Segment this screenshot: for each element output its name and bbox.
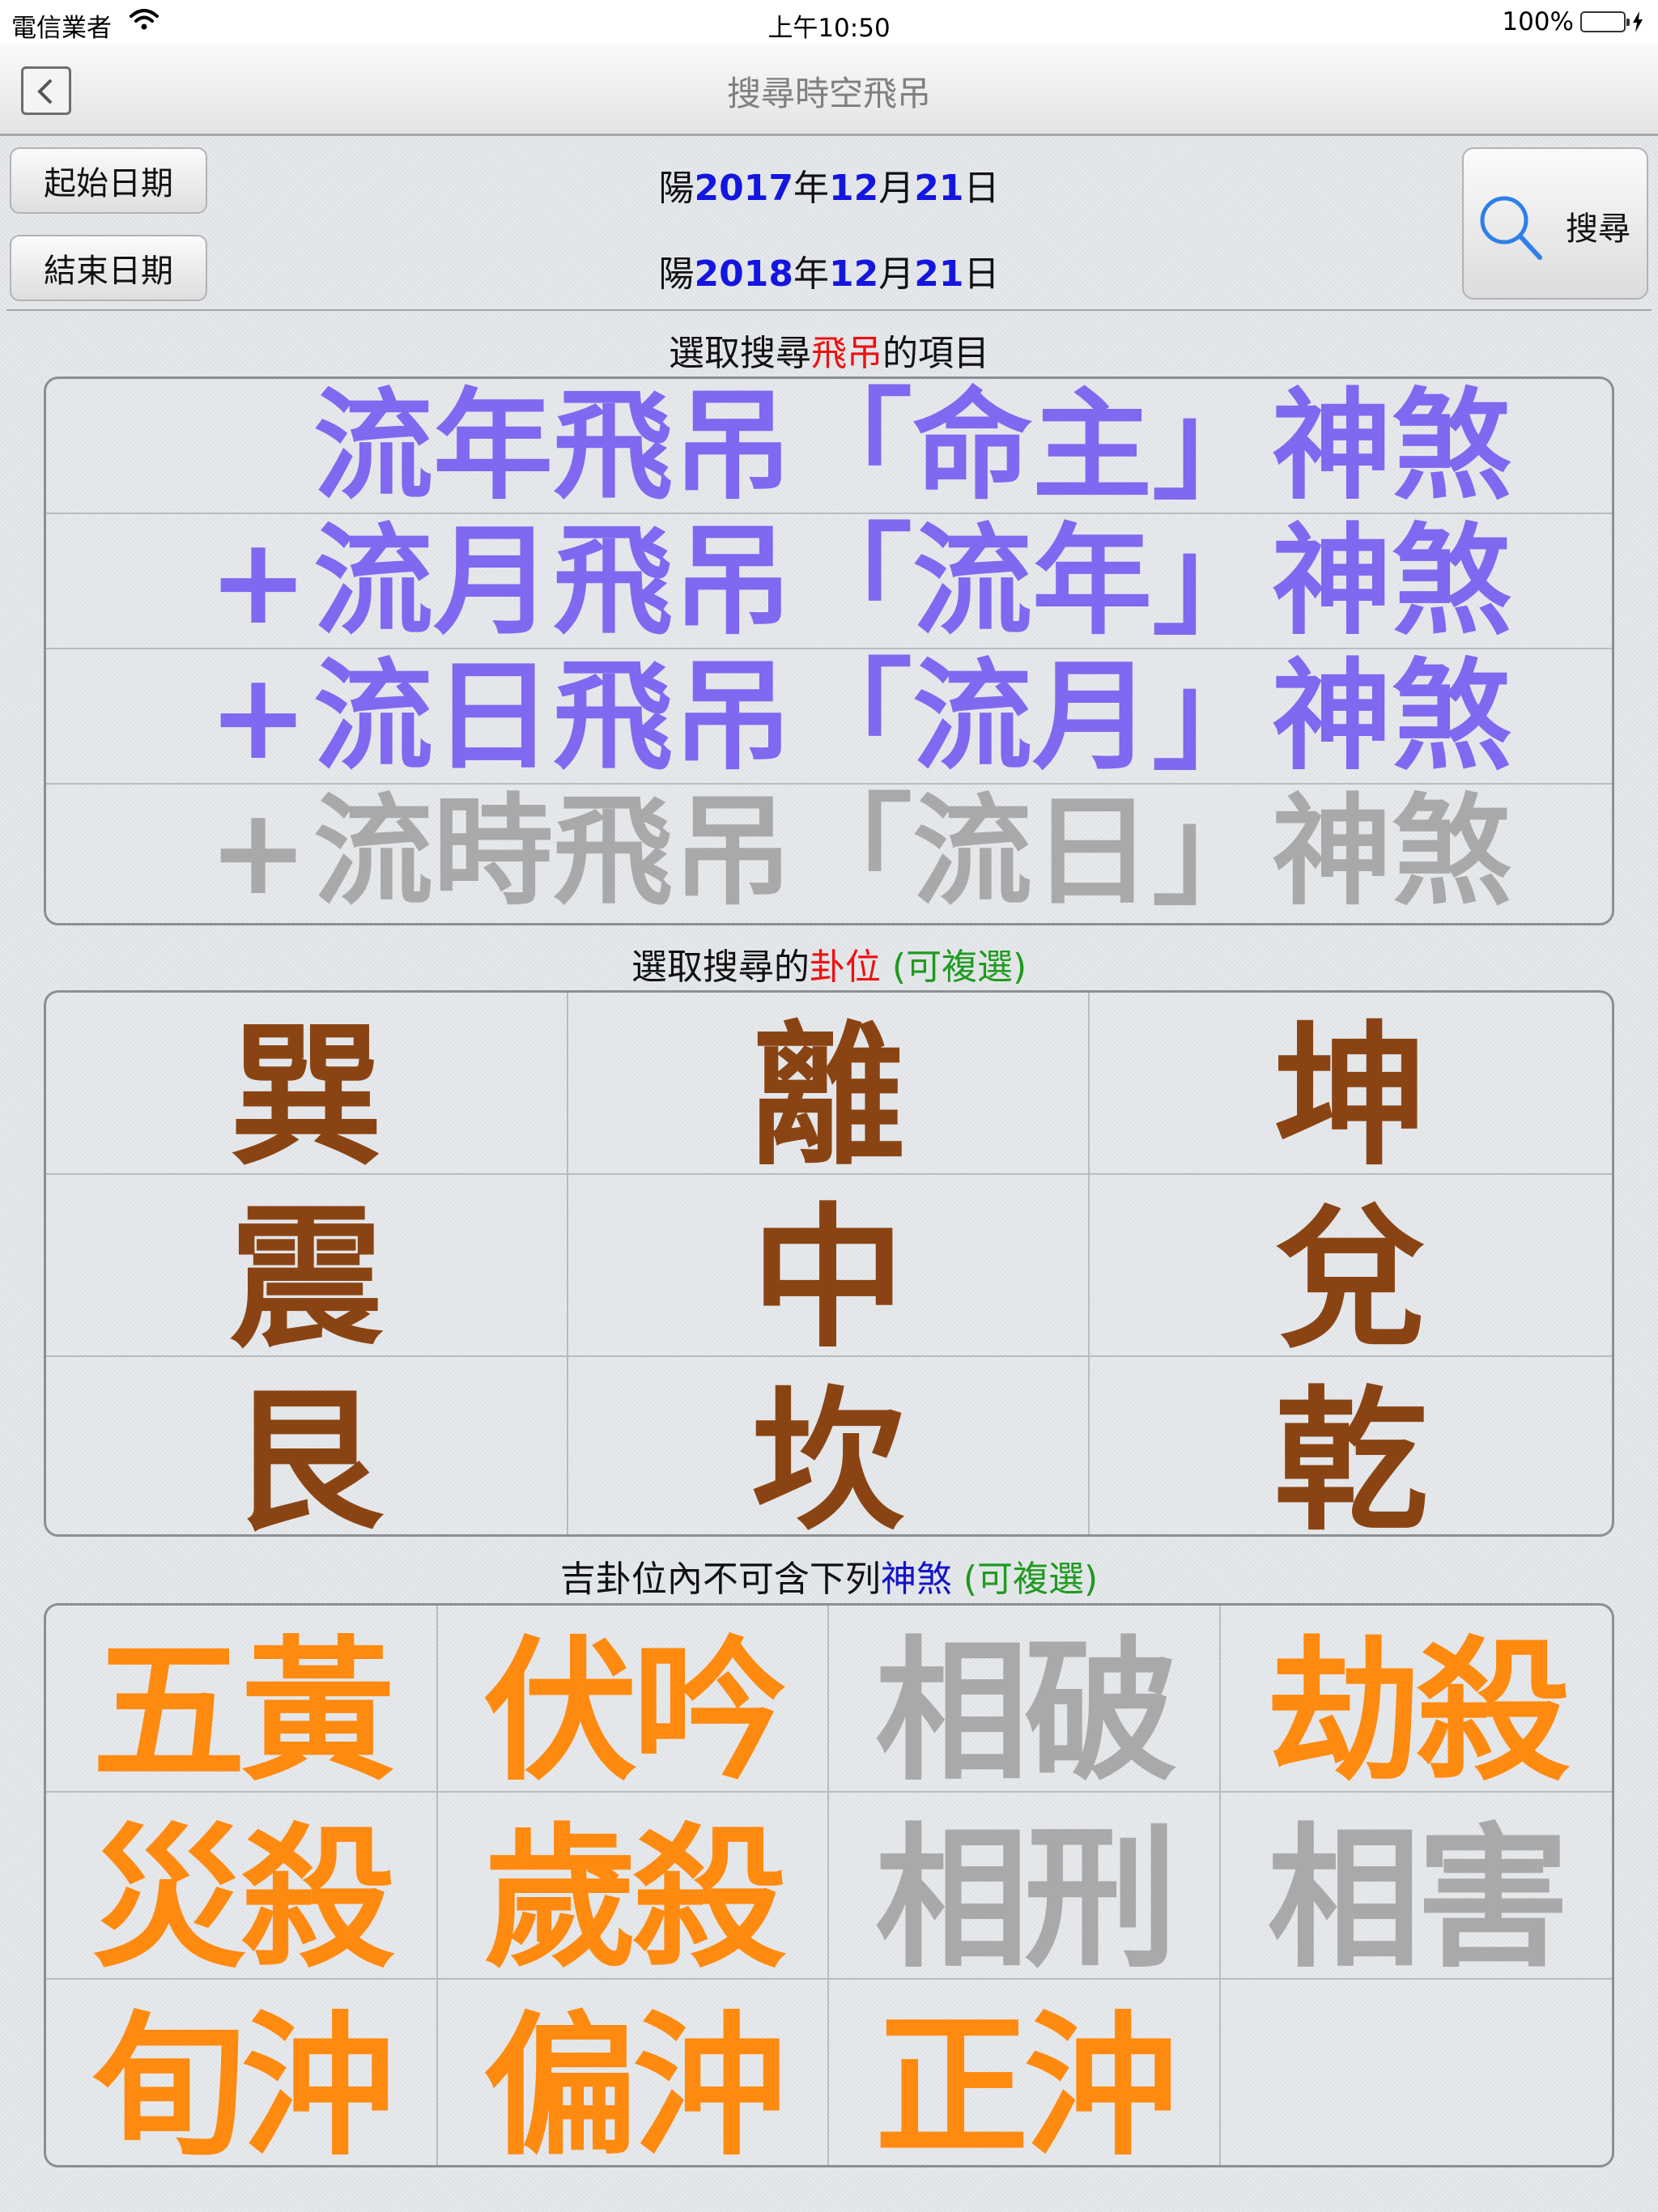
charging-bolt-icon <box>1633 11 1643 32</box>
section-label-flying: 選取搜尋飛吊的項目 <box>669 333 989 374</box>
status-bar: 電信業者 上午10:50 100% <box>0 0 1658 44</box>
spirit-cell[interactable]: 旬沖 <box>46 1980 438 2165</box>
spirit-cell[interactable]: 相破 <box>829 1606 1221 1802</box>
section-label-spirits: 吉卦位內不可含下列神煞 (可複選) <box>559 1559 1099 1600</box>
flying-item-label: 流月飛吊「流年」神煞 <box>313 512 1511 651</box>
gua-cell[interactable]: 坤 <box>1090 993 1612 1186</box>
gua-cell[interactable]: 坎 <box>568 1357 1090 1534</box>
spirit-cell[interactable]: 歲殺 <box>437 1793 829 1989</box>
end-date-value: 陽2018年12月21日 <box>658 253 1000 295</box>
spirit-cell[interactable]: 偏沖 <box>438 1980 829 2165</box>
spirit-cell[interactable]: 相害 <box>1220 1793 1612 1989</box>
start-date-value: 陽2017年12月21日 <box>658 168 1000 209</box>
flying-item-label: 流年飛吊「命主」神煞 <box>313 376 1511 516</box>
gua-cell[interactable]: 震 <box>46 1175 568 1368</box>
empty-cell <box>1221 1980 1613 2165</box>
gua-cell[interactable]: 艮 <box>46 1357 568 1534</box>
spirit-exclusion-grid: 五黃 伏吟 相破 劫殺災殺 歲殺 相刑 相害旬沖 偏沖 正沖 <box>44 1603 1614 2167</box>
divider <box>6 309 1652 311</box>
flying-item-row[interactable]: + 流日飛吊「流月」神煞 <box>46 649 1612 785</box>
gua-cell[interactable]: 乾 <box>1090 1357 1612 1534</box>
spirit-cell[interactable]: 災殺 <box>46 1793 438 1989</box>
spirit-cell[interactable]: 相刑 <box>829 1793 1221 1989</box>
flying-item-row[interactable]: + 流時飛吊「流日」神煞 <box>46 785 1612 920</box>
search-label: 搜尋 <box>1566 211 1630 248</box>
plus-sign: + <box>208 647 309 786</box>
gua-cell[interactable]: 中 <box>568 1175 1090 1368</box>
battery-indicator: 100% <box>1502 7 1643 36</box>
plus-sign: + <box>208 782 309 921</box>
spirit-cell[interactable]: 五黃 <box>46 1606 438 1802</box>
gua-cell[interactable]: 離 <box>568 993 1090 1186</box>
gua-cell[interactable]: 巽 <box>46 993 568 1186</box>
battery-icon <box>1580 11 1630 32</box>
plus-sign: + <box>208 512 309 651</box>
search-button[interactable]: 搜尋 <box>1462 147 1648 300</box>
gua-cell[interactable]: 兌 <box>1090 1175 1612 1368</box>
gua-position-grid: 巽離坤震中兌艮坎乾 <box>44 990 1614 1537</box>
navigation-bar: 搜尋時空飛吊 <box>0 44 1658 136</box>
spirit-cell[interactable]: 伏吟 <box>437 1606 829 1802</box>
spirit-cell[interactable]: 正沖 <box>829 1980 1221 2165</box>
section-label-gua: 選取搜尋的卦位 (可複選) <box>631 946 1027 988</box>
flying-item-row[interactable]: + 流月飛吊「流年」神煞 <box>46 514 1612 649</box>
flying-item-list: 流年飛吊「命主」神煞 + 流月飛吊「流年」神煞 + 流日飛吊「流月」神煞 + 流時飛吊「流日… <box>44 376 1614 925</box>
status-time: 上午10:50 <box>767 14 891 43</box>
flying-item-label: 流時飛吊「流日」神煞 <box>313 782 1511 921</box>
page-title: 搜尋時空飛吊 <box>726 74 931 113</box>
battery-percent: 100% <box>1502 7 1574 36</box>
flying-item-label: 流日飛吊「流月」神煞 <box>313 647 1511 786</box>
spirit-cell[interactable]: 劫殺 <box>1220 1606 1612 1802</box>
magnifier-icon <box>1480 196 1542 260</box>
flying-item-row[interactable]: 流年飛吊「命主」神煞 <box>46 379 1612 514</box>
